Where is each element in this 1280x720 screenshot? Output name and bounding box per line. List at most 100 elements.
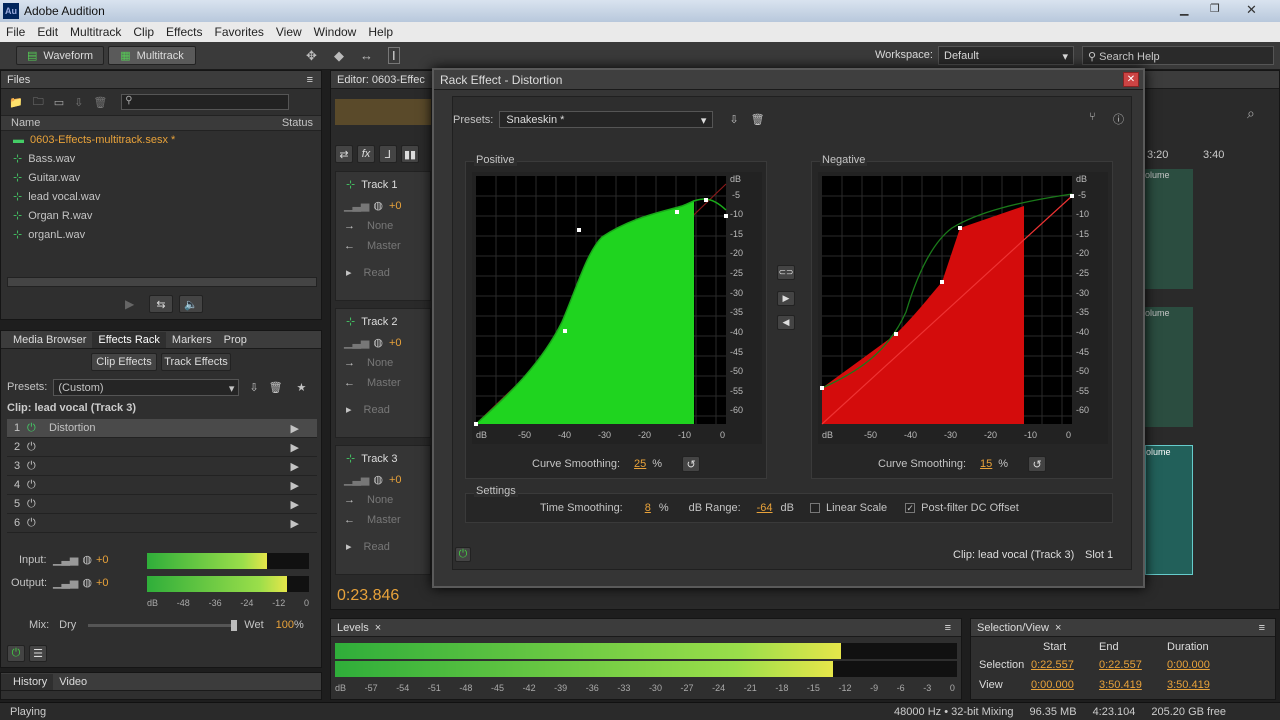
control-point[interactable] bbox=[563, 329, 567, 333]
waveform-button[interactable]: ▤ Waveform bbox=[16, 46, 104, 65]
mix-slider-handle[interactable] bbox=[231, 619, 238, 631]
fx-icon[interactable]: fx bbox=[357, 145, 375, 163]
effect-slot-2[interactable]: 2 ⏻ ▶ bbox=[7, 438, 317, 457]
list-item[interactable]: ⊹ lead vocal.wav bbox=[13, 188, 321, 207]
save-preset-icon[interactable]: ⇩ bbox=[729, 113, 738, 126]
current-time[interactable]: 0:23.846 bbox=[337, 587, 399, 605]
control-point[interactable] bbox=[474, 422, 478, 426]
menu-clip[interactable]: Clip bbox=[133, 25, 154, 39]
chevron-right-icon[interactable]: ▶ bbox=[291, 479, 299, 492]
selection-end[interactable]: 0:22.557 bbox=[1099, 659, 1142, 671]
slip-tool-icon[interactable]: ↔ bbox=[360, 48, 373, 63]
control-point[interactable] bbox=[724, 214, 728, 218]
control-point[interactable] bbox=[1070, 194, 1074, 198]
track-header-2[interactable]: ⊹ Track 2 ▁▃▅ ◍ +0 → None ← Master ▸ Read bbox=[335, 308, 431, 438]
track-output[interactable]: Master bbox=[367, 240, 401, 252]
knob-icon[interactable]: ◍ bbox=[373, 199, 383, 212]
control-point[interactable] bbox=[704, 198, 708, 202]
reset-icon[interactable]: ↺ bbox=[682, 456, 701, 472]
track-volume[interactable]: +0 bbox=[389, 474, 402, 486]
track-output[interactable]: Master bbox=[367, 514, 401, 526]
knob-icon[interactable]: ◍ bbox=[82, 576, 92, 589]
chevron-right-icon[interactable]: ▶ bbox=[291, 498, 299, 511]
power-icon[interactable]: ⏻ bbox=[27, 422, 49, 435]
tab-effects-rack[interactable]: Effects Rack bbox=[92, 331, 166, 348]
autoplay-icon[interactable]: 🔈 bbox=[179, 295, 203, 313]
knob-icon[interactable]: ◍ bbox=[373, 336, 383, 349]
overview-bar[interactable] bbox=[335, 99, 431, 125]
chevron-right-icon[interactable]: ▶ bbox=[291, 422, 299, 435]
menu-multitrack[interactable]: Multitrack bbox=[70, 25, 121, 39]
time-smoothing-value[interactable]: 8 bbox=[645, 502, 651, 514]
track-automation-mode[interactable]: Read bbox=[364, 267, 390, 279]
track-automation-mode[interactable]: Read bbox=[364, 541, 390, 553]
menu-favorites[interactable]: Favorites bbox=[215, 25, 264, 39]
multitrack-button[interactable]: ▦ Multitrack bbox=[108, 46, 196, 65]
effect-slot-3[interactable]: 3 ⏻ ▶ bbox=[7, 457, 317, 476]
tab-markers[interactable]: Markers bbox=[166, 332, 218, 348]
view-start[interactable]: 0:00.000 bbox=[1031, 679, 1074, 691]
reset-icon[interactable]: ↺ bbox=[1028, 456, 1047, 472]
track-input[interactable]: None bbox=[367, 494, 393, 506]
list-icon[interactable]: ☰ bbox=[29, 645, 47, 662]
open-folder-icon[interactable]: 📁 bbox=[9, 96, 23, 109]
panel-menu-icon[interactable]: ≡ bbox=[945, 622, 951, 634]
chevron-right-icon[interactable]: ▶ bbox=[291, 441, 299, 454]
track-name[interactable]: Track 3 bbox=[361, 453, 397, 465]
menu-edit[interactable]: Edit bbox=[37, 25, 58, 39]
move-tool-icon[interactable]: ✥ bbox=[306, 48, 317, 64]
control-point[interactable] bbox=[940, 280, 944, 284]
track-effects-button[interactable]: Track Effects bbox=[161, 353, 231, 371]
copy-left-icon[interactable]: ◀ bbox=[777, 315, 795, 330]
razor-tool-icon[interactable]: ◆ bbox=[334, 48, 344, 64]
effect-slot-5[interactable]: 5 ⏻ ▶ bbox=[7, 495, 317, 514]
power-icon[interactable]: ⏻ bbox=[27, 498, 49, 511]
control-point[interactable] bbox=[675, 210, 679, 214]
track-name[interactable]: Track 1 bbox=[361, 179, 397, 191]
menu-help[interactable]: Help bbox=[368, 25, 393, 39]
chevron-right-icon[interactable]: ▶ bbox=[291, 517, 299, 530]
minimize-icon[interactable]: ▁ bbox=[1180, 3, 1188, 16]
power-icon[interactable]: ⏻ bbox=[7, 645, 25, 662]
track-name[interactable]: Track 2 bbox=[361, 316, 397, 328]
new-file-icon[interactable]: ▭ bbox=[54, 96, 64, 109]
linear-scale-checkbox[interactable] bbox=[810, 503, 821, 513]
import-icon[interactable]: 🗀 bbox=[33, 93, 44, 112]
close-icon[interactable]: × bbox=[1055, 622, 1061, 634]
power-icon[interactable]: ⏻ bbox=[455, 547, 471, 562]
chevron-right-icon[interactable]: ▸ bbox=[346, 266, 352, 279]
selection-start[interactable]: 0:22.557 bbox=[1031, 659, 1074, 671]
knob-icon[interactable]: ◍ bbox=[373, 473, 383, 486]
power-icon[interactable]: ⏻ bbox=[27, 441, 49, 454]
delete-preset-icon[interactable]: 🗑 bbox=[269, 381, 283, 394]
db-range-value[interactable]: -64 bbox=[757, 502, 773, 514]
control-point[interactable] bbox=[958, 226, 962, 230]
track-header-3[interactable]: ⊹ Track 3 ▁▃▅ ◍ +0 → None ← Master ▸ Read bbox=[335, 445, 431, 575]
list-item[interactable]: ⊹ organL.wav bbox=[13, 226, 321, 245]
close-icon[interactable]: × bbox=[375, 622, 381, 634]
view-duration[interactable]: 3:50.419 bbox=[1167, 679, 1210, 691]
save-icon[interactable]: ⇩ bbox=[74, 96, 83, 109]
wet-value[interactable]: 100 bbox=[276, 619, 294, 631]
negative-smoothing-value[interactable]: 15 bbox=[980, 458, 992, 470]
maximize-icon[interactable]: ❐ bbox=[1210, 2, 1220, 15]
list-item[interactable]: ⊹ Guitar.wav bbox=[13, 169, 321, 188]
delete-icon[interactable]: 🗑 bbox=[93, 96, 107, 109]
search-help-input[interactable]: ⚲ Search Help bbox=[1082, 46, 1274, 65]
time-selection-tool-icon[interactable]: I bbox=[388, 47, 400, 64]
track-output[interactable]: Master bbox=[367, 377, 401, 389]
tab-history[interactable]: History bbox=[1, 673, 54, 690]
clip-effects-button[interactable]: Clip Effects bbox=[91, 353, 157, 371]
dialog-presets-select[interactable]: Snakeskin * ▾ bbox=[499, 111, 714, 128]
delete-preset-icon[interactable]: 🗑 bbox=[751, 113, 765, 126]
chevron-right-icon[interactable]: ▸ bbox=[346, 403, 352, 416]
close-window-icon[interactable]: ✕ bbox=[1246, 2, 1257, 18]
clip-track-2[interactable]: olume bbox=[1145, 307, 1193, 427]
clip-track-1[interactable]: olume bbox=[1145, 169, 1193, 289]
output-value[interactable]: +0 bbox=[96, 577, 109, 589]
list-item[interactable]: ⊹ Bass.wav bbox=[13, 150, 321, 169]
loop-icon[interactable]: ⇆ bbox=[149, 295, 173, 313]
files-search-input[interactable]: ⚲ bbox=[121, 94, 290, 110]
info-icon[interactable]: ⓘ bbox=[1113, 111, 1124, 127]
control-point[interactable] bbox=[577, 228, 581, 232]
